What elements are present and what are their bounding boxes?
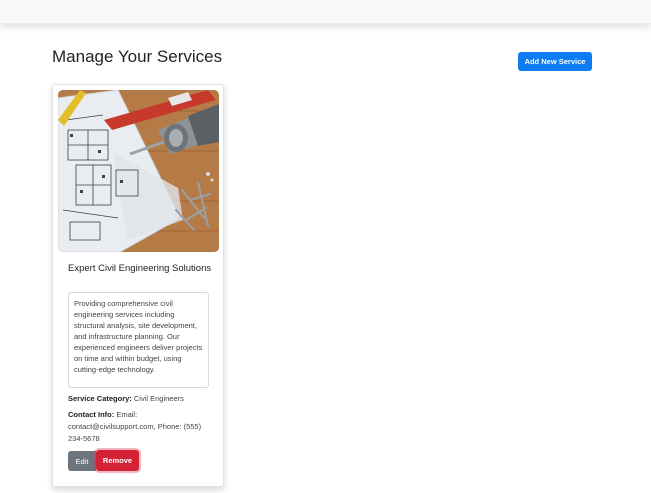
service-category: Service Category: Civil Engineers: [68, 393, 214, 405]
service-image: [58, 90, 219, 252]
service-description: Providing comprehensive civil engineerin…: [68, 292, 209, 388]
edit-service-button[interactable]: Edit: [68, 451, 96, 471]
page-title: Manage Your Services: [52, 47, 223, 66]
service-contact-info: Contact Info: Email: contact@civilsuppor…: [68, 409, 214, 445]
top-navbar: [0, 0, 651, 24]
service-category-value: Civil Engineers: [133, 394, 184, 403]
service-category-label: Service Category:: [68, 394, 132, 403]
remove-service-button[interactable]: Remove: [96, 450, 139, 471]
service-title: Expert Civil Engineering Solutions: [68, 263, 212, 274]
contact-info-label: Contact Info:: [68, 410, 115, 419]
add-new-service-button[interactable]: Add New Service: [518, 52, 592, 71]
service-card: Expert Civil Engineering Solutions Provi…: [52, 84, 224, 487]
